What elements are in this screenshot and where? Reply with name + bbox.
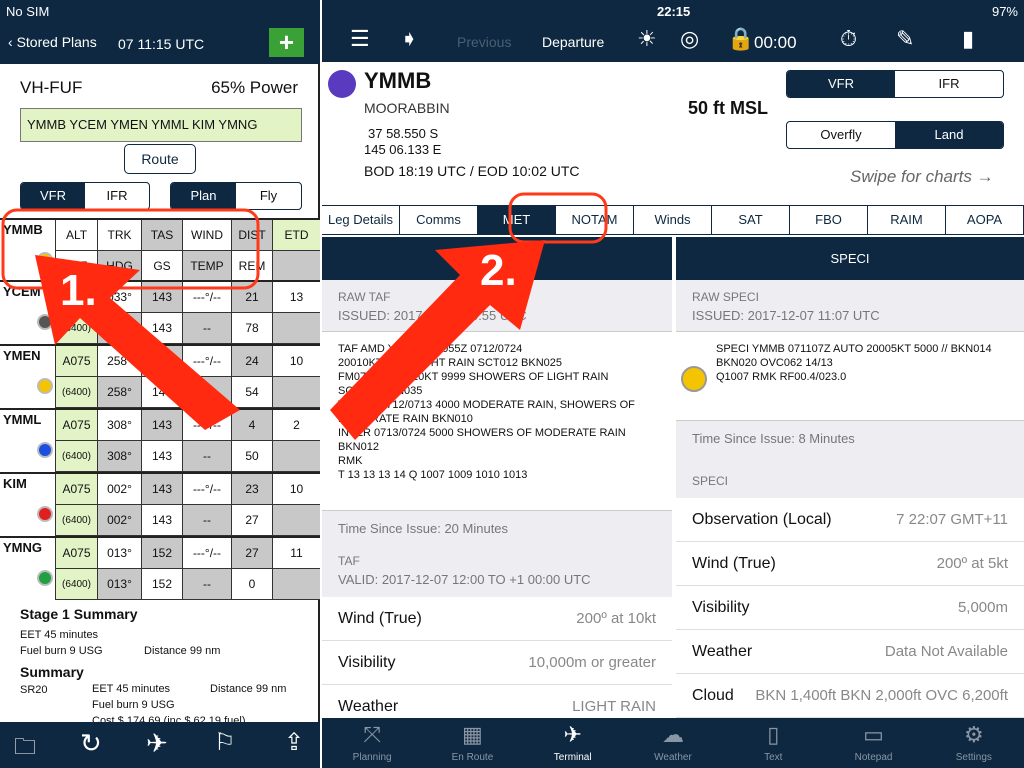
annotation-1-label: 1. bbox=[60, 266, 97, 315]
annotation-2-label: 2. bbox=[480, 246, 517, 295]
annotation-overlay: 1. 2. bbox=[1, 192, 608, 440]
highlight-box-2 bbox=[508, 192, 608, 244]
